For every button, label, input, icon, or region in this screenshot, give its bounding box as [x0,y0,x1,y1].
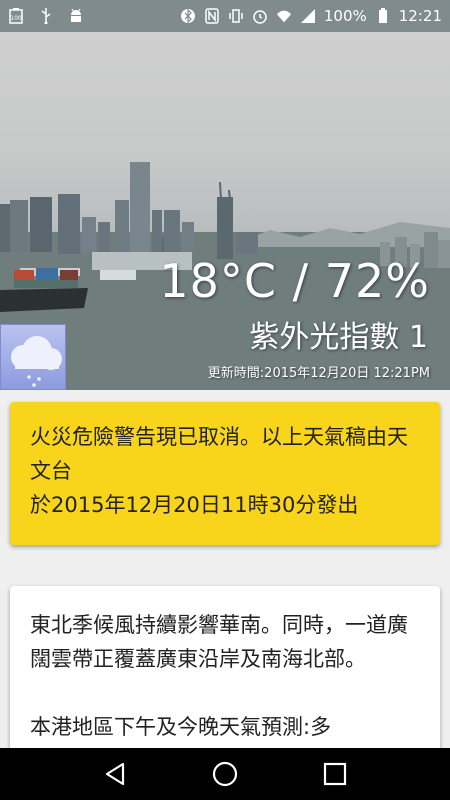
bluetooth-icon [180,8,196,24]
status-left-icons: 100 [8,8,84,24]
nfc-icon [204,8,220,24]
svg-text:100: 100 [10,15,22,22]
battery-100-icon: 100 [8,8,24,24]
clock: 12:21 [398,7,442,25]
uv-index: 紫外光指數 1 [249,320,428,355]
alarm-icon [252,8,268,24]
battery-icon [375,8,391,24]
forecast-paragraph-2: 本港地區下午及今晚天氣預測:多 [30,715,332,739]
warning-card[interactable]: 火災危險警告現已取消。以上天氣稿由天文台 於2015年12月20日11時30分發… [10,402,440,545]
forecast-paragraph-1: 東北季候風持續影響華南。同時，一道廣闊雲帶正覆蓋廣東沿岸及南海北部。 [30,613,408,671]
updated-time: 更新時間:2015年12月20日 12:21PM [207,366,430,381]
warning-text-line1: 火災危險警告現已取消。以上天氣稿由天文台 [30,425,408,483]
home-icon[interactable] [205,754,245,794]
temperature-humidity: 18°C / 72% [159,254,430,308]
back-icon[interactable] [95,754,135,794]
usb-icon [38,8,54,24]
status-bar: 100 100% 12:21 [0,0,450,32]
battery-percent: 100% [323,7,367,25]
forecast-card[interactable]: 東北季候風持續影響華南。同時，一道廣闊雲帶正覆蓋廣東沿岸及南海北部。 本港地區下… [10,586,440,766]
recents-icon[interactable] [315,754,355,794]
status-right-icons: 100% 12:21 [180,7,442,25]
wifi-icon [276,8,292,24]
vibrate-icon [228,8,244,24]
cloudy-rain-icon [0,324,66,390]
weather-hero: 18°C / 72% 紫外光指數 1 更新時間:2015年12月20日 12:2… [0,32,450,390]
signal-icon [300,8,316,24]
warning-text-line2: 於2015年12月20日11時30分發出 [30,493,359,517]
android-debug-icon [68,8,84,24]
navigation-bar [0,748,450,800]
